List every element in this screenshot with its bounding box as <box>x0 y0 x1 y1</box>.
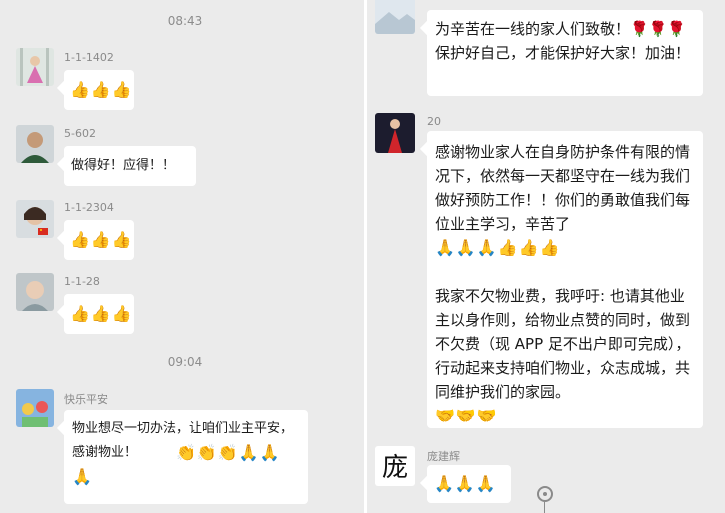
man-portrait-avatar[interactable] <box>16 125 54 163</box>
refresh-icon[interactable] <box>537 486 553 502</box>
sender-name: 1-1-1402 <box>64 51 114 64</box>
clap-pray-icon: 👏👏👏🙏🙏 <box>176 443 281 462</box>
sender-name: 5-602 <box>64 127 96 140</box>
girl-pink-dress-avatar[interactable] <box>16 48 54 86</box>
timestamp: 09:04 <box>167 355 203 369</box>
left-chat-panel: 08:43 1-1-1402 👍👍👍 5-602 做得好！应得！！ 1-1-23… <box>0 0 364 513</box>
pray-thumbs-icon: 🙏🙏🙏👍👍👍 <box>435 238 561 257</box>
thumbs-up-icon: 👍👍👍 <box>70 80 133 99</box>
landscape-avatar[interactable] <box>375 0 415 34</box>
sender-name: 庞建辉 <box>427 450 460 463</box>
handshake-icon: 🤝🤝🤝 <box>435 406 498 425</box>
message-bubble[interactable]: 👍👍👍 <box>64 220 134 260</box>
message-bubble[interactable]: 👍👍👍 <box>64 294 134 334</box>
message-bubble[interactable]: 感谢物业家人在自身防护条件有限的情况下，依然每一天都坚守在一线为我们做好预防工作… <box>427 131 703 428</box>
message-text: 为辛苦在一线的家人们致敬！🌹🌹🌹保护好自己，才能保护好大家！加油！ <box>435 20 691 62</box>
baby-avatar[interactable] <box>16 273 54 311</box>
cartoon-avatar[interactable] <box>16 389 54 427</box>
message-bubble[interactable]: 👍👍👍 <box>64 70 134 110</box>
calligraphy-avatar[interactable]: 庞 <box>375 446 415 486</box>
sender-name: 1-1-2304 <box>64 201 114 214</box>
sender-name: 1-1-28 <box>64 275 100 288</box>
avatar-calligraphy-text: 庞 <box>382 453 408 483</box>
message-text: 做得好！应得！！ <box>71 158 176 173</box>
red-dress-avatar[interactable] <box>375 113 415 153</box>
thumbs-up-icon: 👍👍👍 <box>70 230 133 249</box>
message-text: 感谢物业家人在自身防护条件有限的情况下，依然每一天都坚守在一线为我们做好预防工作… <box>435 143 691 233</box>
pray-icon: 🙏🙏🙏 <box>434 474 497 493</box>
thumbs-up-icon: 👍👍👍 <box>70 304 133 323</box>
message-bubble[interactable]: 做得好！应得！！ <box>64 146 196 186</box>
woman-flag-avatar[interactable] <box>16 200 54 238</box>
message-bubble[interactable]: 🙏🙏🙏 <box>427 465 511 503</box>
timestamp: 08:43 <box>167 14 203 28</box>
right-chat-panel: 为辛苦在一线的家人们致敬！🌹🌹🌹保护好自己，才能保护好大家！加油！ 20 感谢物… <box>367 0 725 513</box>
message-text: 我家不欠物业费，我呼吁: 也请其他业主以身作则，给物业点赞的同时，做到不欠费（现… <box>435 287 691 401</box>
message-bubble[interactable]: 物业想尽一切办法，让咱们业主平安，感谢物业！ 👏👏👏🙏🙏 🙏 <box>64 410 308 504</box>
refresh-indicator-line <box>544 502 545 513</box>
sender-name: 快乐平安 <box>64 393 108 406</box>
sender-name: 20 <box>427 115 441 128</box>
message-bubble[interactable]: 为辛苦在一线的家人们致敬！🌹🌹🌹保护好自己，才能保护好大家！加油！ <box>427 10 703 96</box>
pray-icon: 🙏 <box>72 467 93 486</box>
